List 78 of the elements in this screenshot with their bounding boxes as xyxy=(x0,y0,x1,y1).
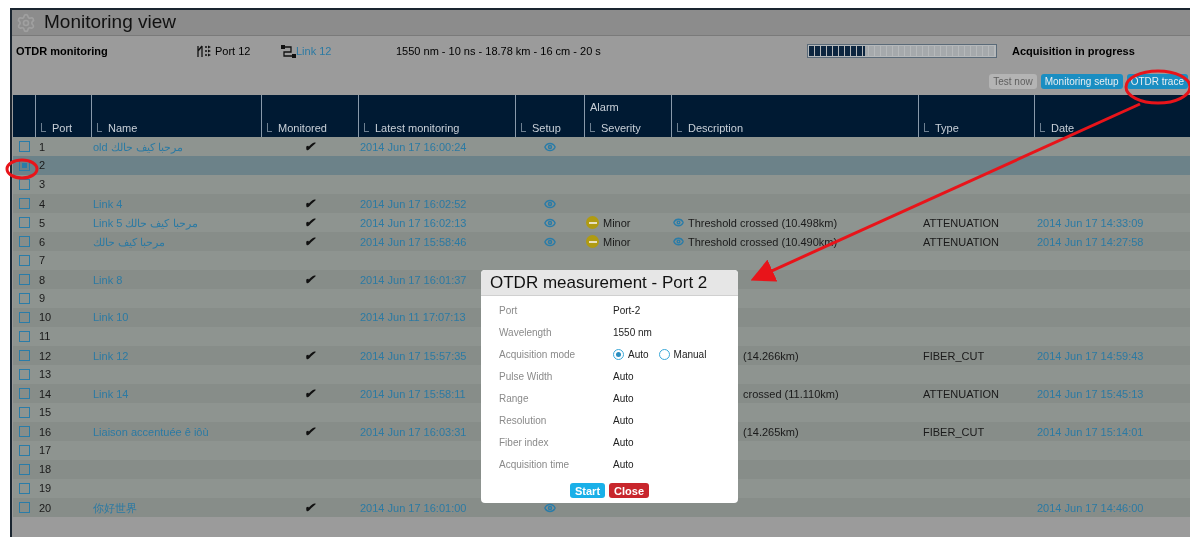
latest-monitoring-date: 2014 Jun 17 15:58:46 xyxy=(360,235,467,248)
field-label: Pulse Width xyxy=(499,369,554,384)
monitored-check: ✔ xyxy=(304,347,315,365)
field-label: Port xyxy=(499,303,519,318)
measurement-settings: 1550 nm - 10 ns - 18.78 km - 16 cm - 20 s xyxy=(396,43,602,59)
port-number: 19 xyxy=(39,482,52,495)
latest-monitoring-date: 2014 Jun 17 16:02:13 xyxy=(360,216,467,229)
alarm-date: 2014 Jun 17 14:33:09 xyxy=(1037,216,1144,229)
monitored-check: ✔ xyxy=(304,385,315,403)
port-number: 17 xyxy=(39,444,52,457)
field-label: Acquisition time xyxy=(499,457,571,472)
severity-label: Minor xyxy=(603,234,631,250)
alarm-date: 2014 Jun 17 15:45:13 xyxy=(1037,387,1144,400)
field-label: Resolution xyxy=(499,413,548,428)
alarm-date: 2014 Jun 17 14:27:58 xyxy=(1037,235,1144,248)
port-number: 12 xyxy=(39,349,52,362)
alarm-description: (14.266km) xyxy=(743,348,799,364)
latest-monitoring-date: 2014 Jun 17 16:01:00 xyxy=(360,501,467,514)
port-number: 9 xyxy=(39,292,46,305)
port-number: 7 xyxy=(39,254,46,267)
latest-monitoring-date: 2014 Jun 17 16:03:31 xyxy=(360,425,467,438)
port-number: 1 xyxy=(39,140,46,153)
port-number: 20 xyxy=(39,501,52,514)
alarm-type: FIBER_CUT xyxy=(923,425,985,438)
alarm-type: ATTENUATION xyxy=(923,387,999,400)
port-number: 5 xyxy=(39,216,46,229)
alarm-description: Threshold crossed (10.490km) xyxy=(688,234,838,250)
port-number: 8 xyxy=(39,273,46,286)
severity-label: Minor xyxy=(603,215,631,231)
port-number: 6 xyxy=(39,235,46,248)
port-number: 3 xyxy=(39,178,46,191)
port-number: 10 xyxy=(39,311,52,324)
latest-monitoring-date: 2014 Jun 17 15:57:35 xyxy=(360,349,467,362)
port-number: 15 xyxy=(39,406,52,419)
port-label: Port 12 xyxy=(215,43,252,59)
port-number: 16 xyxy=(39,425,52,438)
monitored-check: ✔ xyxy=(304,214,315,232)
window-title: Monitoring view xyxy=(44,10,176,35)
field-value: Auto xyxy=(613,369,634,384)
status-text: Acquisition in progress xyxy=(1012,43,1135,59)
port-number: 13 xyxy=(39,368,52,381)
field-label: Fiber index xyxy=(499,435,550,450)
monitored-check: ✔ xyxy=(304,233,315,251)
latest-monitoring-date: 2014 Jun 11 17:07:13 xyxy=(360,311,466,324)
alarm-type: FIBER_CUT xyxy=(923,349,985,362)
port-number: 18 xyxy=(39,463,52,476)
field-value: 1550 nm xyxy=(613,325,652,340)
port-number: 4 xyxy=(39,197,46,210)
latest-monitoring-date: 2014 Jun 17 16:01:37 xyxy=(360,273,467,286)
alarm-type: ATTENUATION xyxy=(923,216,999,229)
field-label: Range xyxy=(499,391,530,406)
group-header: Alarm xyxy=(589,102,620,113)
latest-monitoring-date: 2014 Jun 17 16:02:52 xyxy=(360,197,467,210)
port-number: 14 xyxy=(39,387,52,400)
field-value: Auto xyxy=(613,435,634,450)
alarm-date: 2014 Jun 17 15:14:01 xyxy=(1037,425,1144,438)
alarm-description: (14.265km) xyxy=(743,424,799,440)
field-value: Port-2 xyxy=(613,303,641,318)
field-label: Wavelength xyxy=(499,325,553,340)
monitored-check: ✔ xyxy=(304,271,315,289)
alarm-description: crossed (11.110km) xyxy=(743,386,839,402)
field-label: Acquisition mode xyxy=(499,347,577,362)
field-value: Auto xyxy=(613,413,634,428)
monitored-check: ✔ xyxy=(304,499,315,517)
alarm-type: ATTENUATION xyxy=(923,235,999,248)
field-value: Auto xyxy=(613,457,634,472)
alarm-date: 2014 Jun 17 14:59:43 xyxy=(1037,349,1144,362)
field-value: Auto xyxy=(613,391,634,406)
latest-monitoring-date: 2014 Jun 17 15:58:11 xyxy=(360,387,466,400)
alarm-date: 2014 Jun 17 14:46:00 xyxy=(1037,501,1144,514)
port-number: 2 xyxy=(39,159,46,172)
port-number: 11 xyxy=(39,330,51,343)
section-title: OTDR monitoring xyxy=(16,43,109,59)
monitored-check: ✔ xyxy=(304,195,315,213)
monitored-check: ✔ xyxy=(304,138,315,156)
monitored-check: ✔ xyxy=(304,423,315,441)
latest-monitoring-date: 2014 Jun 17 16:00:24 xyxy=(360,140,467,153)
alarm-description: Threshold crossed (10.498km) xyxy=(688,215,838,231)
